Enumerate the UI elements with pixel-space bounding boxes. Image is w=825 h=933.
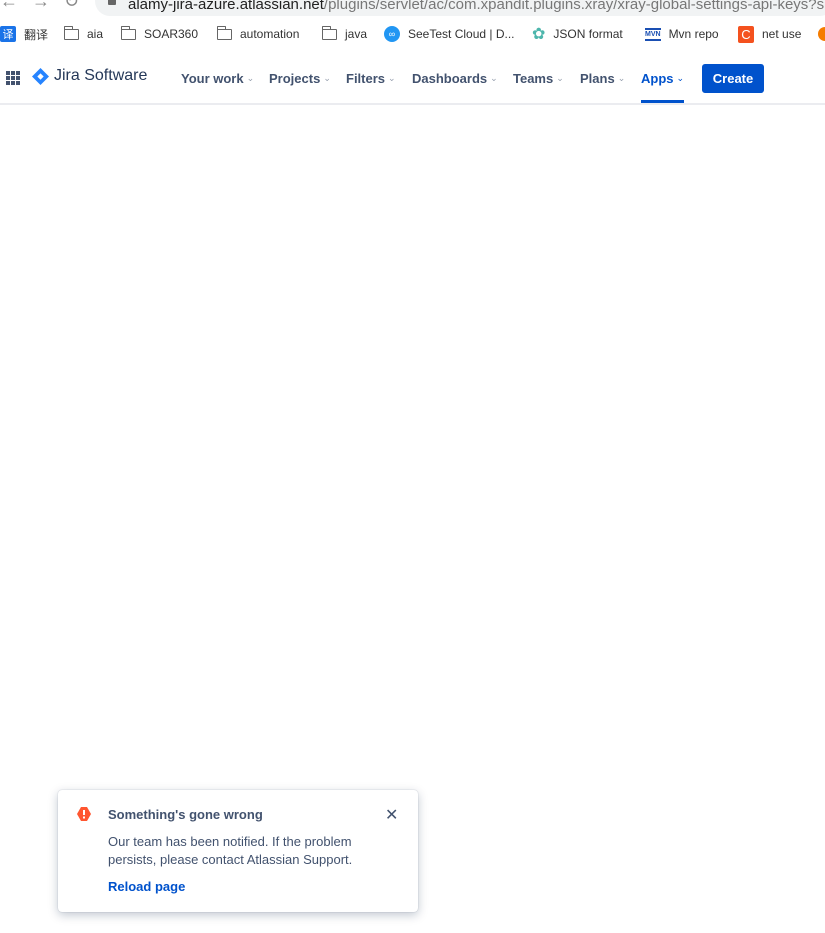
- url-path: /plugins/servlet/ac/com.xpandit.plugins.…: [323, 0, 825, 13]
- forward-icon[interactable]: →: [32, 0, 50, 12]
- create-button[interactable]: Create: [702, 64, 764, 93]
- nav-filters[interactable]: Filters ⌄: [346, 53, 396, 103]
- jira-logo[interactable]: Jira Software: [32, 67, 147, 85]
- bookmark-net-use[interactable]: Cnet use: [738, 22, 801, 46]
- flag-description: Our team has been notified. If the probl…: [108, 834, 353, 867]
- close-icon[interactable]: ✕: [385, 805, 398, 825]
- product-name: Jira Software: [54, 67, 148, 84]
- bookmark-label: SOAR360: [144, 27, 199, 41]
- nav-your-work[interactable]: Your work ⌄: [181, 53, 254, 103]
- bookmark-json-format[interactable]: ✿ JSON format: [532, 22, 623, 46]
- seetest-icon: ∞: [384, 26, 400, 42]
- folder-icon: [217, 25, 232, 40]
- url-text: alamy-jira-azure.atlassian.net/plugins/s…: [128, 0, 824, 13]
- nav-teams[interactable]: Teams ⌄: [513, 53, 564, 103]
- bookmark-overflow[interactable]: [818, 22, 825, 46]
- address-bar[interactable]: alamy-jira-azure.atlassian.net/plugins/s…: [95, 0, 825, 16]
- bookmark-label: Mvn repo: [668, 27, 719, 41]
- chevron-down-icon: ⌄: [556, 72, 564, 83]
- url-host: alamy-jira-azure.atlassian.net: [128, 0, 324, 13]
- bookmark-soar360[interactable]: SOAR360: [121, 22, 198, 46]
- bookmark-label: net use: [762, 27, 802, 41]
- bookmark-icon: [818, 27, 825, 41]
- nav-label: Your work: [181, 70, 244, 86]
- nav-label: Teams: [513, 70, 554, 86]
- bookmark-aia[interactable]: aia: [64, 22, 103, 46]
- nav-label: Plans: [580, 70, 615, 86]
- lock-icon: [108, 0, 116, 5]
- bookmarks-bar: 译 翻译 aia SOAR360 automation java ∞ SeeTes…: [0, 22, 825, 46]
- flag-title: Something's gone wrong: [108, 807, 263, 822]
- reload-page-link[interactable]: Reload page: [108, 879, 185, 894]
- bookmark-label: SeeTest Cloud | D...: [408, 27, 515, 41]
- chevron-down-icon: ⌄: [490, 72, 498, 83]
- folder-icon: [121, 25, 136, 40]
- mvn-icon: MVN: [645, 27, 661, 41]
- chevron-down-icon: ⌄: [388, 72, 396, 83]
- nav-apps[interactable]: Apps ⌄: [641, 53, 685, 103]
- nav-label: Projects: [269, 70, 321, 86]
- nav-plans[interactable]: Plans ⌄: [580, 53, 625, 103]
- error-flag: Something's gone wrong ✕ Our team has be…: [58, 790, 418, 912]
- app-switcher-icon[interactable]: [6, 71, 20, 85]
- browser-toolbar: ← → ↻ alamy-jira-azure.atlassian.net/plu…: [0, 0, 825, 18]
- reload-icon[interactable]: ↻: [64, 0, 79, 12]
- chevron-down-icon: ⌄: [617, 72, 626, 83]
- chevron-down-icon: ⌄: [676, 72, 685, 83]
- bookmark-automation[interactable]: automation: [217, 22, 299, 46]
- bookmark-mvn-repo[interactable]: MVN Mvn repo: [645, 22, 719, 46]
- chevron-down-icon: ⌄: [323, 72, 331, 83]
- nav-dashboards[interactable]: Dashboards ⌄: [412, 53, 498, 103]
- json-format-icon: ✿: [532, 26, 546, 43]
- translate-icon: 译: [0, 26, 16, 42]
- bookmark-seetest[interactable]: ∞ SeeTest Cloud | D...: [384, 22, 515, 46]
- nav-label: Apps: [641, 70, 674, 86]
- nav-label: Dashboards: [412, 70, 488, 86]
- bookmark-label: java: [345, 27, 368, 41]
- error-icon: [77, 807, 91, 821]
- bookmark-label: automation: [240, 27, 300, 41]
- chevron-down-icon: ⌄: [246, 72, 255, 83]
- jira-top-nav: Jira Software Your work ⌄ Projects ⌄ Filte…: [0, 53, 825, 105]
- bookmark-label: aia: [87, 27, 104, 41]
- c-icon: C: [738, 25, 754, 43]
- nav-projects[interactable]: Projects ⌄: [269, 53, 331, 103]
- bookmark-java[interactable]: java: [322, 22, 367, 46]
- jira-diamond-icon: [32, 67, 49, 85]
- folder-icon: [64, 25, 79, 40]
- back-icon[interactable]: ←: [0, 0, 18, 12]
- nav-label: Filters: [346, 70, 386, 86]
- bookmark-label: JSON format: [553, 27, 623, 41]
- folder-icon: [322, 25, 337, 40]
- bookmark-translate[interactable]: 译 翻译: [0, 22, 48, 46]
- bookmark-label: 翻译: [24, 27, 49, 42]
